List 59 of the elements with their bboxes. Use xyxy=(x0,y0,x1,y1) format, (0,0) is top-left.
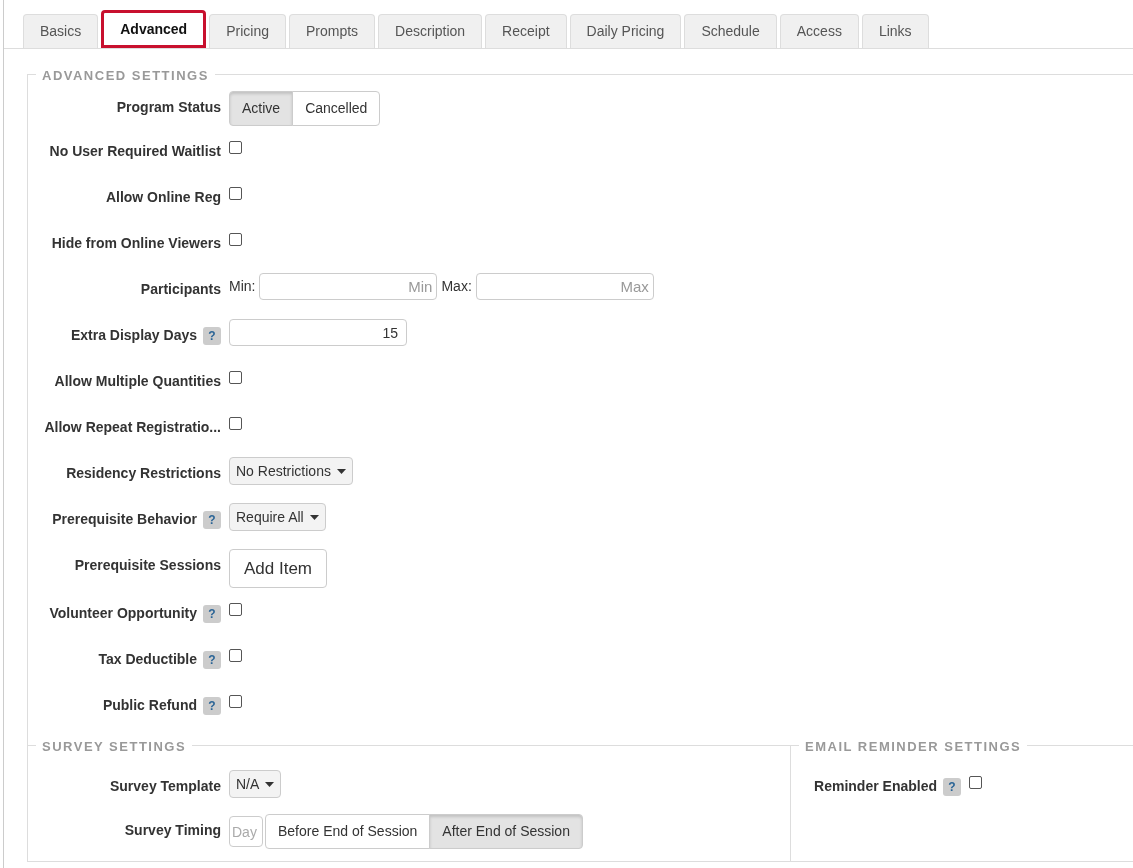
min-field[interactable]: Min xyxy=(259,273,438,300)
help-badge[interactable]: ? xyxy=(203,604,221,623)
tab[interactable]: Description xyxy=(378,14,483,48)
caret-icon xyxy=(309,514,319,520)
help-badge[interactable]: ? xyxy=(943,777,961,796)
segment-button[interactable]: Cancelled xyxy=(292,91,381,126)
tab[interactable]: Advanced xyxy=(101,10,207,48)
help-badge[interactable]: ? xyxy=(203,510,221,529)
help-badge[interactable]: ? xyxy=(203,650,221,669)
field-label: Participants xyxy=(140,280,221,299)
tab[interactable]: Links xyxy=(861,14,929,48)
checkbox[interactable] xyxy=(969,776,982,789)
tab[interactable]: Prompts xyxy=(288,14,376,48)
tab[interactable]: Receipt xyxy=(485,14,567,48)
tab[interactable]: Schedule xyxy=(684,14,777,48)
caret-icon xyxy=(336,468,346,474)
checkbox[interactable] xyxy=(229,371,242,384)
field-label: Reminder Enabled xyxy=(814,777,937,796)
tab[interactable]: Basics xyxy=(23,14,99,48)
checkbox[interactable] xyxy=(229,141,242,154)
segment-button[interactable]: After End of Session xyxy=(429,814,583,849)
tab[interactable]: Daily Pricing xyxy=(569,14,682,48)
max-label: Max: xyxy=(441,277,472,296)
min-label: Min: xyxy=(229,277,256,296)
checkbox[interactable] xyxy=(229,695,242,708)
max-field[interactable]: Max xyxy=(475,273,654,300)
dropdown[interactable]: Require All xyxy=(229,503,326,531)
segment-button[interactable]: Before End of Session xyxy=(265,814,431,849)
number-field[interactable]: 15 xyxy=(229,319,407,346)
field-label: Allow Multiple Quantities xyxy=(54,372,221,391)
tab[interactable]: Access xyxy=(779,14,859,48)
field-label: Allow Online Reg xyxy=(105,188,221,207)
checkbox[interactable] xyxy=(229,187,242,200)
help-badge[interactable]: ? xyxy=(203,326,221,345)
field-label: No User Required Waitlist xyxy=(49,142,221,161)
checkbox[interactable] xyxy=(229,649,242,662)
field-label: Tax Deductible xyxy=(98,650,197,669)
segment-button[interactable]: Active xyxy=(229,91,294,126)
help-badge[interactable]: ? xyxy=(203,696,221,715)
checkbox[interactable] xyxy=(229,233,242,246)
dropdown[interactable]: No Restrictions xyxy=(229,457,353,485)
caret-icon xyxy=(265,781,275,787)
field-label: Public Refund xyxy=(102,696,197,715)
field-label: Hide from Online Viewers xyxy=(51,234,221,253)
dropdown[interactable]: N/A xyxy=(229,770,282,798)
field-label: Survey Timing xyxy=(124,821,221,840)
add-item-button[interactable]: Add Item xyxy=(229,549,328,588)
day-field[interactable]: Day xyxy=(229,816,263,847)
field-label: Volunteer Opportunity xyxy=(49,604,197,623)
field-label: Program Status xyxy=(116,98,221,117)
field-label: Allow Repeat Registratio... xyxy=(44,418,221,437)
field-label: Prerequisite Sessions xyxy=(74,556,221,575)
field-label: Residency Restrictions xyxy=(66,464,221,483)
checkbox[interactable] xyxy=(229,417,242,430)
tab[interactable]: Pricing xyxy=(209,14,286,48)
field-label: Extra Display Days xyxy=(70,326,197,345)
field-label: Survey Template xyxy=(110,777,221,796)
field-label: Prerequisite Behavior xyxy=(52,510,197,529)
checkbox[interactable] xyxy=(229,603,242,616)
